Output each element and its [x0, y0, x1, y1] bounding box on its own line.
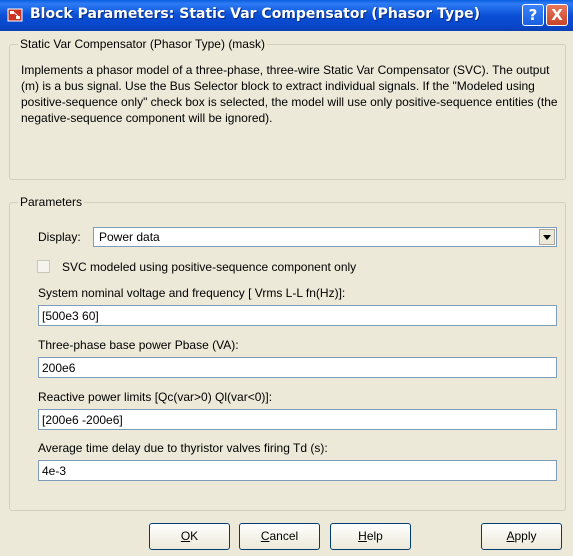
window-title: Block Parameters: Static Var Compensator… [30, 6, 480, 22]
cancel-rest: ancel [269, 529, 299, 543]
help-button[interactable]: Help [330, 523, 411, 550]
reactive-power-limits-label: Reactive power limits [Qc(var>0) Ql(var<… [38, 390, 273, 404]
reactive-power-limits-value: [200e6 -200e6] [42, 413, 123, 427]
nominal-voltage-label: System nominal voltage and frequency [ V… [38, 286, 346, 300]
base-power-label: Three-phase base power Pbase (VA): [38, 338, 239, 352]
time-delay-value: 4e-3 [42, 464, 67, 478]
time-delay-field[interactable]: 4e-3 [38, 460, 557, 481]
display-label: Display: [38, 230, 81, 244]
reactive-power-limits-field[interactable]: [200e6 -200e6] [38, 409, 557, 430]
nominal-voltage-field[interactable]: [500e3 60] [38, 305, 557, 326]
positive-sequence-checkbox-label: SVC modeled using positive-sequence comp… [62, 260, 357, 274]
base-power-field[interactable]: 200e6 [38, 357, 557, 378]
base-power-value: 200e6 [42, 361, 76, 375]
positive-sequence-checkbox[interactable] [37, 260, 50, 273]
ok-button[interactable]: OK [149, 523, 230, 550]
nominal-voltage-value: [500e3 60] [42, 309, 99, 323]
cancel-button[interactable]: Cancel [239, 523, 320, 550]
apply-accel: A [506, 529, 515, 543]
chevron-down-icon[interactable] [539, 229, 555, 245]
display-dropdown-value: Power data [99, 230, 160, 244]
time-delay-label: Average time delay due to thyristor valv… [38, 441, 328, 455]
display-dropdown[interactable]: Power data [93, 227, 557, 247]
ok-rest: K [190, 529, 199, 543]
apply-rest: pply [514, 529, 537, 543]
help-accel: H [358, 529, 367, 543]
title-bar[interactable]: Block Parameters: Static Var Compensator… [0, 0, 573, 31]
mask-description-group: Static Var Compensator (Phasor Type) (ma… [9, 37, 566, 180]
close-button[interactable]: X [546, 4, 568, 26]
simulink-block-icon [7, 8, 23, 22]
help-title-button[interactable]: ? [522, 4, 544, 26]
ok-accel: O [180, 529, 191, 543]
help-rest: elp [366, 529, 383, 543]
parameters-legend: Parameters [18, 195, 85, 209]
apply-button[interactable]: Apply [481, 523, 562, 550]
parameters-group: Parameters Display: Power data SVC model… [9, 195, 566, 511]
mask-legend: Static Var Compensator (Phasor Type) (ma… [18, 37, 267, 51]
mask-description: Implements a phasor model of a three-pha… [21, 63, 558, 125]
